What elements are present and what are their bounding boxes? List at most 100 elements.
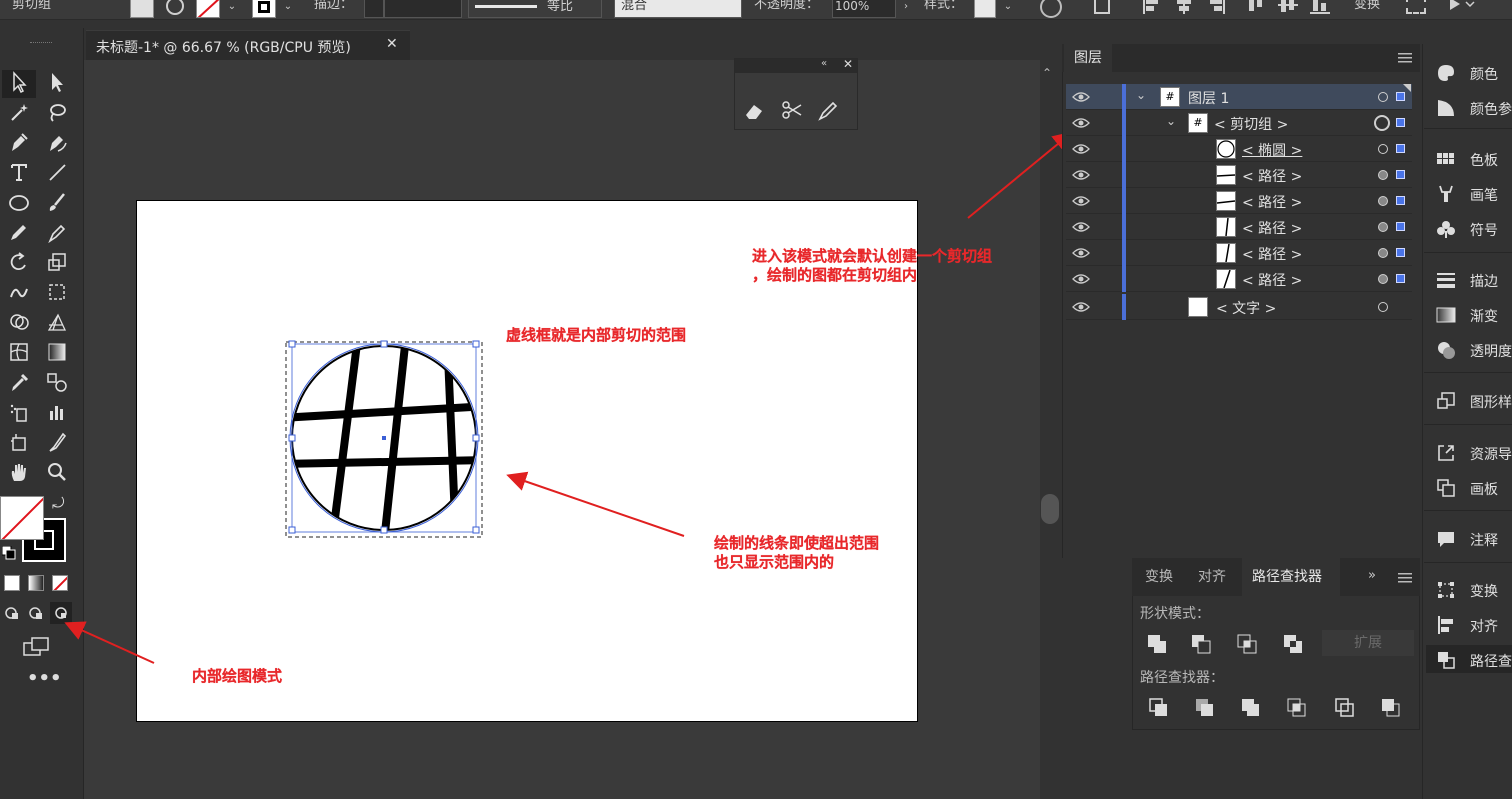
zoom-tool-icon[interactable] bbox=[43, 458, 71, 486]
close-tab-icon[interactable]: ✕ bbox=[386, 36, 398, 52]
clipped-artwork[interactable] bbox=[280, 336, 490, 542]
layer-row[interactable]: ⌄ # < 剪切组 > bbox=[1066, 110, 1412, 136]
trim-icon[interactable] bbox=[1194, 697, 1220, 721]
dock-item-brushes[interactable]: 画笔 bbox=[1436, 181, 1512, 207]
lasso-tool-icon[interactable] bbox=[43, 98, 71, 126]
gradient-tool-icon[interactable] bbox=[43, 338, 71, 366]
selection-indicator[interactable] bbox=[1396, 196, 1405, 205]
mesh-tool-icon[interactable] bbox=[5, 338, 33, 366]
selection-indicator[interactable] bbox=[1396, 170, 1405, 179]
swap-colors-icon[interactable]: ⤾ bbox=[52, 494, 70, 512]
isolation-icon[interactable] bbox=[130, 0, 154, 18]
target-icon[interactable] bbox=[1378, 170, 1388, 180]
knife-icon[interactable] bbox=[817, 99, 839, 121]
expand-chevron-icon[interactable]: ⌄ bbox=[1136, 88, 1146, 102]
tab-layers[interactable]: 图层 bbox=[1064, 44, 1112, 72]
stroke-swatch[interactable] bbox=[252, 0, 276, 18]
fill-color-box[interactable] bbox=[0, 496, 44, 540]
stroke-dropdown-icon[interactable]: ⌄ bbox=[280, 0, 296, 18]
dock-item-symbols[interactable]: 符号 bbox=[1436, 216, 1512, 242]
align-right-icon[interactable] bbox=[1206, 0, 1226, 14]
magic-wand-tool-icon[interactable] bbox=[5, 98, 33, 126]
layer-row[interactable]: < 路径 > bbox=[1066, 162, 1412, 188]
target-icon[interactable] bbox=[1378, 144, 1388, 154]
stroke-weight-input[interactable] bbox=[384, 0, 462, 18]
fill-dropdown-icon[interactable]: ⌄ bbox=[224, 0, 240, 18]
selection-tool-icon[interactable] bbox=[5, 68, 33, 96]
style-swatch[interactable] bbox=[974, 0, 996, 18]
style-dropdown-icon[interactable]: ⌄ bbox=[1000, 0, 1016, 18]
target-icon[interactable] bbox=[1378, 302, 1388, 312]
outline-icon[interactable] bbox=[1334, 697, 1360, 721]
opacity-input[interactable]: 100% bbox=[832, 0, 896, 18]
dock-item-stroke[interactable]: 描边 bbox=[1436, 267, 1512, 293]
warp-tool-icon[interactable] bbox=[5, 278, 33, 306]
target-icon[interactable] bbox=[1378, 92, 1388, 102]
selection-indicator[interactable] bbox=[1396, 222, 1405, 231]
selection-indicator[interactable] bbox=[1396, 248, 1405, 257]
ellipse-tool-icon[interactable] bbox=[5, 188, 33, 216]
vertical-scrollbar[interactable]: ⌃ bbox=[1040, 60, 1060, 799]
tab-pathfinder[interactable]: 路径查找器 bbox=[1252, 566, 1322, 586]
dock-item-color-guide[interactable]: 颜色参 bbox=[1436, 95, 1512, 121]
selection-indicator[interactable] bbox=[1396, 92, 1405, 101]
target-icon[interactable] bbox=[1378, 222, 1388, 232]
eraser-icon[interactable] bbox=[743, 99, 765, 121]
panel-expand-icon[interactable]: » bbox=[1368, 568, 1376, 583]
scrollbar-thumb[interactable] bbox=[1041, 494, 1059, 524]
target-icon[interactable] bbox=[1378, 274, 1388, 284]
none-mode-icon[interactable] bbox=[52, 575, 68, 591]
slice-tool-icon[interactable] bbox=[43, 428, 71, 456]
draw-normal-icon[interactable] bbox=[5, 606, 19, 620]
align-bottom-icon[interactable] bbox=[1310, 0, 1330, 14]
shaper-tool-icon[interactable] bbox=[5, 218, 33, 246]
free-transform-tool-icon[interactable] bbox=[43, 278, 71, 306]
dock-item-comments[interactable]: 注释 bbox=[1436, 526, 1512, 552]
layer-row[interactable]: ⌄ # 图层 1 bbox=[1066, 84, 1412, 110]
align-to-icon[interactable] bbox=[1094, 0, 1110, 14]
align-middle-icon[interactable] bbox=[1278, 0, 1298, 14]
column-graph-tool-icon[interactable] bbox=[43, 398, 71, 426]
exclude-icon[interactable] bbox=[1282, 633, 1308, 657]
default-colors-icon[interactable] bbox=[1, 545, 16, 560]
layer-row[interactable]: < 文字 > bbox=[1066, 294, 1412, 320]
align-top-icon[interactable] bbox=[1246, 0, 1266, 14]
dock-item-color[interactable]: 颜色 bbox=[1436, 60, 1512, 86]
layer-row[interactable]: < 路径 > bbox=[1066, 188, 1412, 214]
gradient-mode-icon[interactable] bbox=[28, 575, 44, 591]
direct-selection-tool-icon[interactable] bbox=[43, 68, 71, 96]
dock-item-pathfinder[interactable]: 路径查 bbox=[1436, 647, 1512, 673]
unite-icon[interactable] bbox=[1146, 633, 1172, 657]
dock-item-artboards[interactable]: 画板 bbox=[1436, 475, 1512, 501]
transform-link[interactable]: 变换 bbox=[1354, 0, 1380, 12]
minus-back-icon[interactable] bbox=[1380, 697, 1406, 721]
stroke-profile-select[interactable]: 等比 bbox=[468, 0, 602, 18]
expand-button[interactable]: 扩展 bbox=[1322, 630, 1414, 656]
target-icon[interactable] bbox=[1378, 196, 1388, 206]
symbol-sprayer-tool-icon[interactable] bbox=[5, 398, 33, 426]
draw-behind-icon[interactable] bbox=[29, 606, 43, 620]
more-menu-icon[interactable] bbox=[1446, 0, 1475, 14]
align-center-icon[interactable] bbox=[1174, 0, 1194, 14]
color-mode-icon[interactable] bbox=[4, 575, 20, 591]
eyedropper-tool-icon[interactable] bbox=[5, 368, 33, 396]
dock-item-graphic-styles[interactable]: 图形样 bbox=[1436, 388, 1512, 414]
dock-item-swatches[interactable]: 色板 bbox=[1436, 146, 1512, 172]
draw-inside-icon[interactable] bbox=[54, 606, 68, 620]
paintbrush-tool-icon[interactable] bbox=[43, 188, 71, 216]
tab-align[interactable]: 对齐 bbox=[1198, 566, 1226, 586]
recolor-wheel-icon[interactable] bbox=[1040, 0, 1062, 18]
tab-transform[interactable]: 变换 bbox=[1145, 566, 1173, 586]
crop-icon[interactable] bbox=[1286, 697, 1312, 721]
dock-item-transparency[interactable]: 透明度 bbox=[1436, 337, 1512, 363]
target-icon[interactable] bbox=[1374, 115, 1390, 131]
opacity-arrow-icon[interactable]: › bbox=[898, 0, 914, 18]
selection-indicator[interactable] bbox=[1396, 118, 1405, 127]
stroke-weight-stepper[interactable] bbox=[364, 0, 384, 18]
dock-item-gradient[interactable]: 渐变 bbox=[1436, 302, 1512, 328]
minus-front-icon[interactable] bbox=[1190, 633, 1216, 657]
target-icon[interactable] bbox=[1378, 248, 1388, 258]
collapse-icon[interactable]: « bbox=[821, 58, 827, 69]
pen-tool-icon[interactable] bbox=[5, 128, 33, 156]
expand-chevron-icon[interactable]: ⌄ bbox=[1166, 114, 1176, 128]
